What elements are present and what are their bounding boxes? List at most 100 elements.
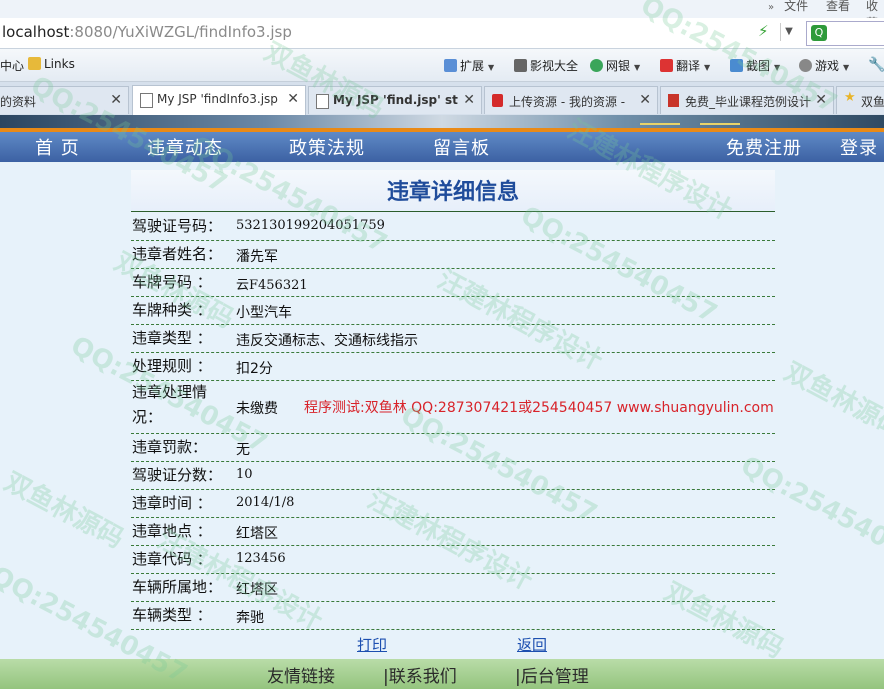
toolbar-item-bank[interactable]: 网银 ▼ xyxy=(590,57,640,74)
title-row: 违章详细信息 xyxy=(131,170,775,210)
field-label: 车辆类型 ： xyxy=(132,606,212,624)
close-icon[interactable]: ✕ xyxy=(639,92,651,108)
shield-icon xyxy=(590,59,603,72)
detail-row: 驾驶证分数： 10 xyxy=(131,462,775,490)
address-dropdown-icon[interactable]: ▼ xyxy=(780,23,797,41)
field-value: 扣2分 xyxy=(236,361,273,377)
csdn-icon xyxy=(492,94,503,107)
field-label: 处理规则 ： xyxy=(132,357,212,375)
scissors-icon xyxy=(730,59,743,72)
field-label: 违章时间 ： xyxy=(132,494,212,512)
close-icon[interactable]: ✕ xyxy=(463,92,475,108)
footer-admin[interactable]: |后台管理 xyxy=(515,662,589,687)
field-label: 车牌种类 ： xyxy=(132,301,212,319)
field-label: 违章罚款： xyxy=(132,438,208,456)
favorites-toolbar: 中心 Links 扩展 ▼ 影视大全 网银 ▼ 翻译 ▼ 截图 ▼ 游戏 ▼ 🔧 xyxy=(0,49,884,82)
folder-icon xyxy=(28,57,41,70)
promo-text: 程序测试:双鱼林 QQ:287307421或254540457 www.shua… xyxy=(304,400,774,416)
close-icon[interactable]: ✕ xyxy=(110,92,122,108)
field-value: 2014/1/8 xyxy=(236,495,295,510)
detail-row: 违章代码 ： 123456 xyxy=(131,546,775,574)
field-value: 潘先军 xyxy=(236,249,278,265)
field-label: 车辆所属地： xyxy=(132,578,223,596)
play-icon xyxy=(514,59,527,72)
field-label: 违章代码 ： xyxy=(132,550,212,568)
field-label: 违章地点 ： xyxy=(132,522,212,540)
title-divider xyxy=(131,211,775,212)
detail-row: 违章时间 ： 2014/1/8 xyxy=(131,490,775,518)
detail-row: 违章类型 ： 违反交通标志、交通标线指示 xyxy=(131,325,775,353)
print-link[interactable]: 打印 xyxy=(357,634,387,655)
tab-bar: 的资料 ✕ My JSP 'findInfo3.jsp ✕ My JSP 'fi… xyxy=(0,82,884,115)
detail-row: 处理规则 ： 扣2分 xyxy=(131,353,775,381)
star-icon: ★ xyxy=(844,90,856,105)
toolbar-item-screenshot[interactable]: 截图 ▼ xyxy=(730,57,780,74)
nav-login[interactable]: 登录 xyxy=(840,134,878,160)
field-value: 小型汽车 xyxy=(236,305,292,321)
field-label: 违章者姓名： xyxy=(132,245,223,263)
toolbar-item-center[interactable]: 中心 xyxy=(0,57,24,74)
nav-policy[interactable]: 政策法规 xyxy=(289,134,365,160)
tab-free-course[interactable]: 免费_毕业课程范例设计 ✕ xyxy=(660,86,834,114)
field-value: 红塔区 xyxy=(236,582,278,598)
page-icon xyxy=(316,94,329,109)
field-label: 车牌号码 ： xyxy=(132,273,212,291)
detail-row: 违章罚款： 无 xyxy=(131,434,775,462)
site-nav: 首 页 违章动态 政策法规 留言板 免费注册 登录 xyxy=(0,132,884,162)
url-field[interactable]: localhost:8080/YuXiWZGL/findInfo3.jsp xyxy=(2,23,292,41)
field-value: 红塔区 xyxy=(236,526,278,542)
close-icon[interactable]: ✕ xyxy=(815,92,827,108)
field-value: 无 xyxy=(236,442,250,458)
detail-row: 车牌号码 ： 云F456321 xyxy=(131,269,775,297)
detail-row: 驾驶证号码： 532130199204051759 xyxy=(131,213,775,241)
tab-shuangyu[interactable]: ★ 双鱼 xyxy=(836,86,884,114)
field-label: 驾驶证号码： xyxy=(132,217,223,235)
detail-row: 车牌种类 ： 小型汽车 xyxy=(131,297,775,325)
site-icon xyxy=(668,94,679,107)
tab-find[interactable]: My JSP 'find.jsp' st ✕ xyxy=(308,86,482,114)
page-title: 违章详细信息 xyxy=(386,179,519,205)
lightning-icon[interactable]: ⚡ xyxy=(758,22,769,40)
detail-row: 车辆所属地： 红塔区 xyxy=(131,574,775,602)
toolbar-item-links[interactable]: Links xyxy=(28,57,75,71)
field-value: 10 xyxy=(236,467,253,482)
search-icon[interactable]: Q xyxy=(811,25,827,41)
field-value: 123456 xyxy=(236,551,286,566)
field-value: 奔驰 xyxy=(236,610,264,626)
browser-menubar: »文件 查看 收藏 xyxy=(0,0,884,30)
close-icon[interactable]: ✕ xyxy=(287,91,299,107)
search-box[interactable]: Q xyxy=(806,21,884,46)
nav-violation-news[interactable]: 违章动态 xyxy=(147,134,223,160)
toolbar-item-video[interactable]: 影视大全 xyxy=(514,57,578,74)
toolbar-item-translate[interactable]: 翻译 ▼ xyxy=(660,57,710,74)
footer-friend-links[interactable]: 友情链接 xyxy=(267,662,335,687)
field-label: 违章处理情况： xyxy=(132,383,208,426)
field-label: 违章类型 ： xyxy=(132,329,212,347)
nav-register[interactable]: 免费注册 xyxy=(726,134,802,160)
field-label: 驾驶证分数： xyxy=(132,466,223,484)
nav-home[interactable]: 首 页 xyxy=(35,134,80,160)
address-bar[interactable]: localhost:8080/YuXiWZGL/findInfo3.jsp ⚡ … xyxy=(0,18,884,49)
nav-message-board[interactable]: 留言板 xyxy=(433,134,490,160)
field-value: 云F456321 xyxy=(236,278,308,293)
site-footer: 友情链接 |联系我们 |后台管理 xyxy=(0,659,884,689)
tab-profile[interactable]: 的资料 ✕ xyxy=(0,86,129,114)
detail-row: 违章者姓名： 潘先军 xyxy=(131,241,775,269)
page-icon xyxy=(140,93,153,108)
tools-icon[interactable]: 🔧 xyxy=(868,57,884,73)
menu-file[interactable]: » 文件 xyxy=(768,0,808,14)
tab-findinfo3[interactable]: My JSP 'findInfo3.jsp ✕ xyxy=(132,85,306,115)
detail-row: 车辆类型 ： 奔驰 xyxy=(131,602,775,630)
field-value: 未缴费 xyxy=(236,401,278,417)
field-value: 532130199204051759 xyxy=(236,218,385,233)
detail-row: 违章地点 ： 红塔区 xyxy=(131,518,775,546)
footer-contact[interactable]: |联系我们 xyxy=(383,662,457,687)
toolbar-item-games[interactable]: 游戏 ▼ xyxy=(799,57,849,74)
grid-icon xyxy=(444,59,457,72)
toolbar-item-extensions[interactable]: 扩展 ▼ xyxy=(444,57,494,74)
translate-icon xyxy=(660,59,673,72)
tab-upload[interactable]: 上传资源 - 我的资源 - ✕ xyxy=(484,86,658,114)
menu-view[interactable]: 查看 xyxy=(826,0,850,14)
back-link[interactable]: 返回 xyxy=(517,634,547,655)
gamepad-icon xyxy=(799,59,812,72)
